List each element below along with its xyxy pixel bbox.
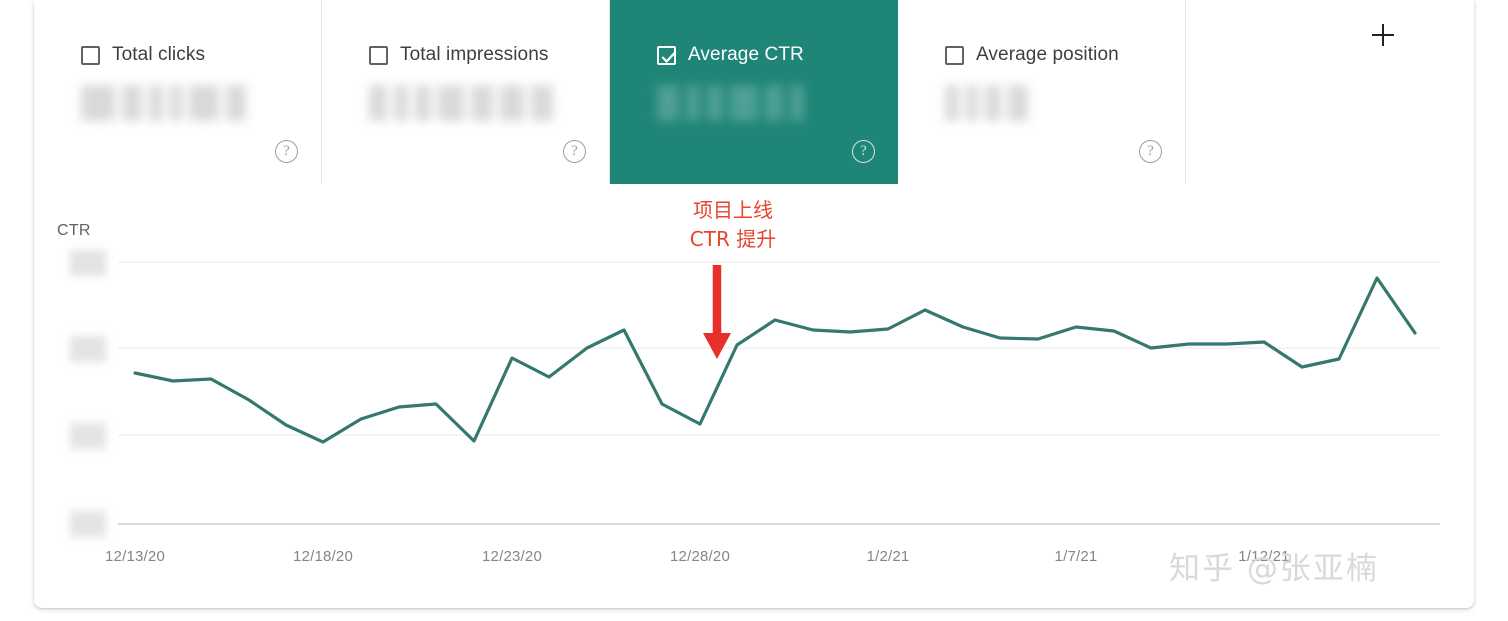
x-axis-tick-label: 12/23/20 xyxy=(482,548,542,565)
watermark: 知乎 @张亚楠 xyxy=(1169,551,1379,587)
gridlines xyxy=(118,261,1440,525)
x-axis-tick-label: 12/13/20 xyxy=(105,548,165,565)
x-axis-tick-label: 1/7/21 xyxy=(1054,548,1098,565)
screenshot-root: Total clicks ? Total impressions ? Avera… xyxy=(0,0,1508,621)
chart-annotation: 项目上线 CTR 提升 xyxy=(690,196,776,254)
x-axis-tick-label: 12/28/20 xyxy=(670,548,730,565)
plus-crosshair-icon xyxy=(1372,24,1394,46)
annotation-line-1: 项目上线 xyxy=(693,198,773,222)
ctr-line-series xyxy=(133,276,1417,444)
x-axis-tick-label: 1/2/21 xyxy=(866,548,910,565)
x-axis-tick-label: 12/18/20 xyxy=(293,548,353,565)
chart-plot-svg xyxy=(118,261,1440,525)
down-arrow-icon xyxy=(703,265,731,359)
annotation-line-2: CTR 提升 xyxy=(689,227,777,251)
